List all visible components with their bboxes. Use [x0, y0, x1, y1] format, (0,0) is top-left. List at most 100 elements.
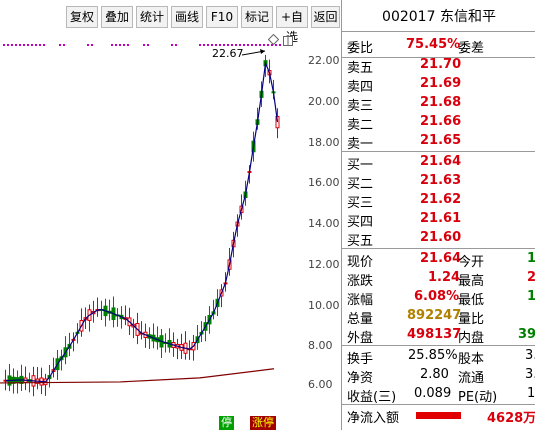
buy-label: 买一	[347, 158, 374, 173]
extra-label: 收益(三)	[347, 390, 397, 405]
suspend-tag: 停	[219, 416, 234, 430]
back-button[interactable]: 返回	[311, 6, 340, 28]
extra-value: 3.	[525, 367, 535, 382]
divider	[342, 404, 535, 405]
stat-label: 最低	[458, 293, 485, 308]
stat-value: 1.24	[428, 270, 461, 285]
wei-bi-value: 75.45%	[406, 37, 461, 52]
price-axis: 22.00 20.00 18.00 16.00 14.00 12.00 10.0…	[300, 28, 340, 430]
wei-bi-label: 委比	[347, 41, 374, 56]
quote-panel: 002017 东信和平 委比 75.45% 委差 卖五 21.70 卖四 21.69…	[341, 0, 535, 430]
extra-row: 收益(三) 0.089 PE(动) 1	[342, 385, 535, 405]
wei-cha-label: 委差	[458, 41, 485, 56]
diamond-marker-icon[interactable]	[267, 30, 280, 46]
price-tick: 14.00	[308, 217, 340, 230]
net-inflow-row: 净流入额 4628万	[342, 406, 535, 426]
extra-label: 流通	[458, 371, 485, 386]
buy-price: 21.63	[420, 173, 462, 188]
stat-label: 现价	[347, 255, 374, 270]
stat-value: 39	[518, 327, 535, 342]
wei-bi-row: 委比 75.45% 委差	[342, 36, 535, 56]
sell-label: 卖四	[347, 80, 374, 95]
buy-price: 21.60	[420, 230, 462, 245]
divider	[342, 345, 535, 346]
kline-chart-area[interactable]: 复权 叠加 统计 画线 F10 标记 +自选 返回 22.67 22.00 20…	[0, 0, 340, 430]
candlestick-plot[interactable]	[0, 0, 300, 430]
stat-row: 总量 892247 量比	[342, 307, 535, 327]
window-toggle-icon[interactable]	[283, 31, 293, 46]
net-inflow-value: 4628万	[487, 411, 535, 426]
buy-price: 21.61	[420, 211, 462, 226]
price-tick: 16.00	[308, 176, 340, 189]
buy-row: 买三 21.62	[342, 191, 535, 211]
stat-label: 外盘	[347, 331, 374, 346]
stat-value: 1	[527, 251, 535, 266]
stat-value: 2	[527, 270, 535, 285]
sell-row: 卖五 21.70	[342, 56, 535, 76]
buy-row: 买五 21.60	[342, 229, 535, 249]
sell-row: 卖一 21.65	[342, 132, 535, 152]
buy-label: 买二	[347, 177, 374, 192]
stat-label: 总量	[347, 312, 374, 327]
buy-row: 买四 21.61	[342, 210, 535, 230]
sell-price: 21.68	[420, 95, 462, 110]
extra-label: 净资	[347, 371, 374, 386]
extra-value: 1	[527, 386, 535, 401]
price-tick: 18.00	[308, 136, 340, 149]
divider	[342, 248, 535, 249]
sell-label: 卖二	[347, 118, 374, 133]
stat-value: 498137	[407, 327, 462, 342]
price-tick: 6.00	[308, 378, 333, 391]
stat-row: 外盘 498137 内盘 39	[342, 326, 535, 346]
sell-price: 21.70	[420, 57, 462, 72]
price-tick: 10.00	[308, 299, 340, 312]
buy-row: 买一 21.64	[342, 153, 535, 173]
buy-price: 21.64	[420, 154, 462, 169]
sell-price: 21.66	[420, 114, 462, 129]
stat-value: 1	[527, 289, 535, 304]
buy-label: 买三	[347, 196, 374, 211]
stat-label: 涨跌	[347, 274, 374, 289]
price-tick: 20.00	[308, 95, 340, 108]
extra-value: 0.089	[414, 386, 452, 401]
high-price-arrow-icon	[242, 49, 266, 56]
extra-value: 2.80	[420, 367, 449, 382]
buy-row: 买二 21.63	[342, 172, 535, 192]
stat-row: 涨跌 1.24最高 2	[342, 269, 535, 289]
extra-label: 换手	[347, 352, 374, 367]
stat-label: 今开	[458, 255, 485, 270]
price-tick: 8.00	[308, 339, 333, 352]
buy-label: 买五	[347, 234, 374, 249]
divider	[342, 151, 535, 152]
extra-value: 3.	[525, 348, 535, 363]
divider	[342, 31, 535, 32]
stat-row: 现价 21.64今开 1	[342, 250, 535, 270]
limit-up-tag: 涨停	[250, 416, 276, 430]
price-tick: 22.00	[308, 54, 340, 67]
sell-label: 卖三	[347, 99, 374, 114]
extra-label: 股本	[458, 352, 485, 367]
sell-row: 卖二 21.66	[342, 113, 535, 133]
sell-price: 21.69	[420, 76, 462, 91]
stat-value: 6.08%	[414, 289, 460, 304]
stat-value: 892247	[407, 308, 462, 323]
sell-label: 卖五	[347, 61, 374, 76]
stat-label: 内盘	[458, 331, 485, 346]
stat-label: 涨幅	[347, 293, 374, 308]
stat-label: 最高	[458, 274, 485, 289]
sell-label: 卖一	[347, 137, 374, 152]
buy-price: 21.62	[420, 192, 462, 207]
extra-label: PE(动)	[458, 390, 498, 405]
stat-value: 21.64	[420, 251, 462, 266]
net-inflow-bar	[416, 412, 461, 419]
extra-value: 25.85%	[408, 348, 458, 363]
stat-label: 量比	[458, 312, 485, 327]
high-price-label: 22.67	[212, 47, 244, 60]
extra-row: 净资 2.80 流通 3.	[342, 366, 535, 386]
net-inflow-label: 净流入额	[347, 411, 400, 426]
sell-row: 卖三 21.68	[342, 94, 535, 114]
sell-price: 21.65	[420, 133, 462, 148]
stat-row: 涨幅 6.08%最低 1	[342, 288, 535, 308]
sell-row: 卖四 21.69	[342, 75, 535, 95]
buy-label: 买四	[347, 215, 374, 230]
